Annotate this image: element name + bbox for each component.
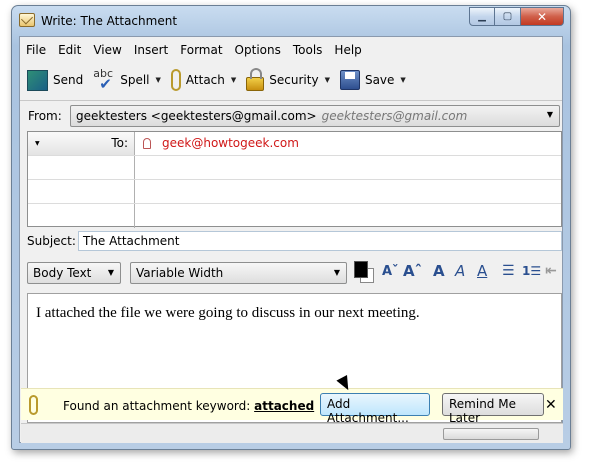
from-row: From: geektesters <geektesters@gmail.com… [20,103,562,129]
menu-format[interactable]: Format [174,41,228,59]
attach-icon [170,69,181,91]
address-list: ▼ To: geek@howtogeek.com [27,131,562,228]
attach-button[interactable]: Attach ▼ [168,65,239,95]
italic-icon[interactable]: A [455,262,465,280]
from-label: From: [28,109,62,123]
menu-file[interactable]: File [20,41,52,59]
attachment-reminder-bar: Found an attachment keyword: attached Ad… [21,388,563,425]
recipient-type-select[interactable]: ▼ To: [28,132,135,155]
spell-label: Spell [120,73,150,87]
recipient-row-empty[interactable] [28,180,561,204]
format-toolbar: Body Text ▼ Variable Width ▼ Aˇ Aˆ A A A… [20,258,562,288]
paragraph-style-value: Body Text [33,266,92,280]
recipient-address[interactable]: geek@howtogeek.com [162,136,299,150]
save-button[interactable]: Save ▼ [337,65,409,95]
spell-dropdown-icon[interactable]: ▼ [156,76,161,84]
close-button[interactable]: ✕ [521,7,564,26]
smaller-font-icon[interactable]: Aˇ [382,264,399,279]
send-icon [27,69,48,91]
reminder-message: Found an attachment keyword: attached [63,399,314,413]
send-button[interactable]: Send [24,65,86,95]
recipient-row-empty[interactable] [28,204,561,228]
remind-me-later-button[interactable]: Remind Me Later [442,393,544,425]
subject-input[interactable]: The Attachment [78,231,562,251]
paragraph-style-select[interactable]: Body Text ▼ [27,262,121,284]
menu-bar: File Edit View Insert Format Options Too… [20,41,368,59]
menu-tools[interactable]: Tools [287,41,329,59]
subject-row: Subject: The Attachment [20,229,562,253]
minimize-button[interactable]: ▁ [469,7,495,26]
save-icon [339,70,360,90]
spell-icon: abc ✔ [93,68,115,92]
menu-help[interactable]: Help [328,41,367,59]
outdent-icon[interactable]: ⇤ [545,263,557,279]
larger-font-icon[interactable]: Aˆ [403,262,422,280]
save-dropdown-icon[interactable]: ▼ [400,76,405,84]
chevron-down-icon: ▼ [35,140,40,147]
underline-icon[interactable]: A [477,262,487,280]
window-title: Write: The Attachment [41,14,178,28]
attach-label: Attach [185,73,225,87]
menu-view[interactable]: View [87,41,127,59]
paperclip-icon [29,395,38,415]
recipient-type-label: To: [111,136,128,150]
title-bar[interactable]: Write: The Attachment ▁ ▢ ✕ [12,6,570,36]
spell-button[interactable]: abc ✔ Spell ▼ [90,65,164,95]
from-value: geektesters <geektesters@gmail.com> [76,109,317,123]
attach-dropdown-icon[interactable]: ▼ [231,76,236,84]
app-icon [19,13,35,27]
reminder-text: Found an attachment keyword: [63,399,251,413]
security-button[interactable]: Security ▼ [243,65,333,95]
security-label: Security [269,73,319,87]
font-select[interactable]: Variable Width ▼ [130,262,347,284]
from-dropdown-icon: ▼ [546,110,553,119]
recipient-row: ▼ To: geek@howtogeek.com [28,132,561,156]
close-icon[interactable]: ✕ [545,397,557,413]
security-dropdown-icon[interactable]: ▼ [325,76,330,84]
compose-window: Write: The Attachment ▁ ▢ ✕ File Edit Vi… [11,5,571,450]
from-secondary: geektesters@gmail.com [321,109,468,123]
person-icon [143,138,151,149]
numbered-list-icon[interactable]: 1☰ [522,264,541,278]
maximize-button[interactable]: ▢ [495,7,521,26]
menu-edit[interactable]: Edit [52,41,87,59]
window-client: File Edit View Insert Format Options Too… [19,36,563,443]
message-text: I attached the file we were going to dis… [36,305,420,321]
subject-label: Subject: [27,234,76,248]
status-bar [21,423,563,443]
bullet-list-icon[interactable]: ☰ [502,263,515,279]
from-select[interactable]: geektesters <geektesters@gmail.com> geekt… [70,105,560,127]
add-attachment-button[interactable]: Add Attachment... [320,393,430,425]
menu-options[interactable]: Options [229,41,287,59]
toolbar: Send abc ✔ Spell ▼ Attach ▼ Security ▼ Sa… [20,63,562,97]
send-label: Send [53,73,84,87]
paragraph-dropdown-icon: ▼ [107,268,114,277]
window-controls: ▁ ▢ ✕ [469,7,564,26]
bold-icon[interactable]: A [433,262,445,280]
font-dropdown-icon: ▼ [333,268,340,277]
toolbar-divider [20,100,562,101]
reminder-keyword: attached [254,399,315,413]
lock-icon [246,68,265,91]
status-progress [443,428,539,440]
menu-insert[interactable]: Insert [128,41,174,59]
recipient-row-empty[interactable] [28,156,561,180]
text-color-button[interactable] [354,261,368,278]
font-value: Variable Width [136,266,224,280]
save-label: Save [364,73,395,87]
